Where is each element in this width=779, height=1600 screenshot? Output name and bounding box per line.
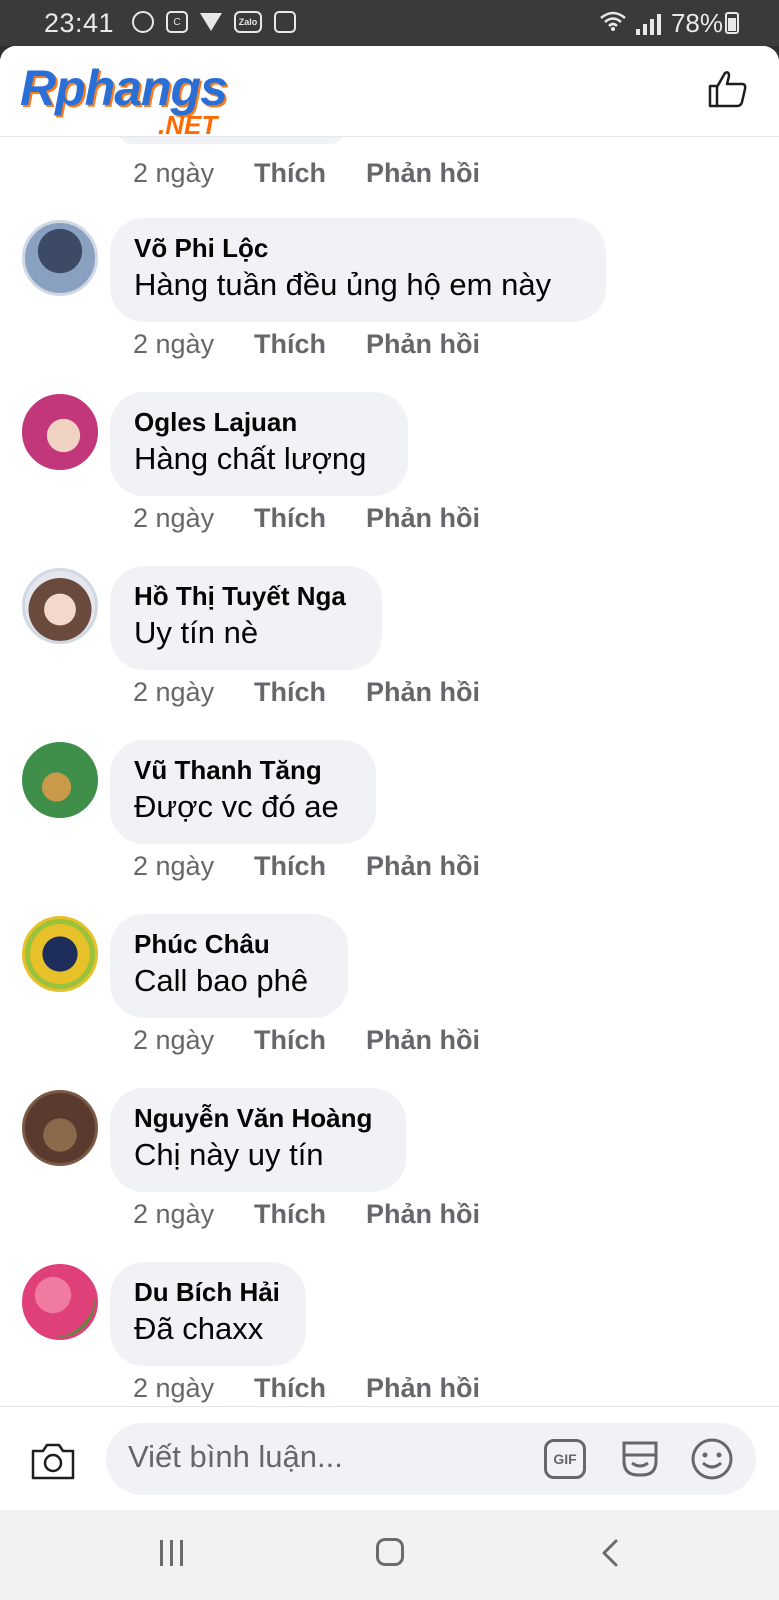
comment-item: Du Bích Hải Đã chaxx [0,1262,779,1366]
signal-icon [635,13,661,35]
comment-time: 2 ngày [133,676,215,707]
comments-list: 2 ngày Thích Phản hồi Võ Phi Lộc Hàng tu… [0,136,779,1456]
system-navigation-bar [0,1510,779,1600]
comment-item: Hồ Thị Tuyết Nga Uy tín nè [0,566,779,670]
reply-link[interactable]: Phản hồi [366,503,480,534]
recent-apps-button[interactable] [160,1540,183,1566]
status-notification-icons: C Zalo [132,11,296,33]
comment-actions: 2 ngày Thích Phản hồi [133,1023,480,1057]
comment-time: 2 ngày [133,1024,215,1055]
like-link[interactable]: Thích [254,1199,366,1230]
app-c-icon: C [166,11,188,33]
comment-time: 2 ngày [133,1372,215,1403]
comment-time: 2 ngày [133,850,215,881]
comment-text: Được vc đó ae [134,789,339,824]
comment-item: Nguyễn Văn Hoàng Chị này uy tín [0,1088,779,1192]
comment-bubble[interactable]: Phúc Châu Call bao phê [110,914,348,1018]
comment-text: Call bao phê [134,963,309,998]
commenter-name[interactable]: Du Bích Hải [134,1276,282,1308]
comment-actions: 2 ngày Thích Phản hồi [133,849,480,883]
shield-icon [132,11,154,33]
watermark-logo: Rphangs .NET [20,60,280,144]
comment-text: Hàng chất lượng [134,441,367,476]
like-link[interactable]: Thích [254,503,366,534]
comment-time: 2 ngày [133,502,215,533]
battery-percent: 78% [670,8,723,38]
avatar[interactable] [22,1090,98,1166]
gif-icon[interactable]: GIF [544,1439,586,1479]
comment-bubble[interactable]: Nguyễn Văn Hoàng Chị này uy tín [110,1088,406,1192]
sticker-icon[interactable] [618,1437,662,1481]
camera-icon[interactable] [30,1441,76,1481]
commenter-name[interactable]: Ogles Lajuan [134,406,384,438]
thumbs-up-icon[interactable] [707,68,749,110]
comment-bubble[interactable]: Võ Phi Lộc Hàng tuần đều ủng hộ em này [110,218,606,322]
reply-link[interactable]: Phản hồi [366,329,480,360]
like-link[interactable]: Thích [254,1373,366,1404]
logo-sub-text: .NET [158,110,218,140]
logo-main-text: Rphangs [20,60,228,116]
commenter-name[interactable]: Võ Phi Lộc [134,232,582,264]
reply-link[interactable]: Phản hồi [366,1373,480,1404]
comment-time: 2 ngày [133,328,215,359]
comment-item: Võ Phi Lộc Hàng tuần đều ủng hộ em này [0,218,779,322]
gallery-icon [274,11,296,33]
comment-actions: 2 ngày Thích Phản hồi [133,156,480,190]
back-button[interactable] [596,1538,626,1568]
avatar[interactable] [22,742,98,818]
status-right: 78% [600,8,723,39]
comment-bubble[interactable]: Ogles Lajuan Hàng chất lượng [110,392,408,496]
wifi-icon [600,10,626,38]
comment-input[interactable]: Viết bình luận... GIF [106,1423,756,1495]
commenter-name[interactable]: Hồ Thị Tuyết Nga [134,580,358,612]
comment-actions: 2 ngày Thích Phản hồi [133,675,480,709]
status-bar: 23:41 C Zalo 78% [0,0,779,46]
comment-composer: Viết bình luận... GIF [0,1406,779,1510]
comment-item: Phúc Châu Call bao phê [0,914,779,1018]
comment-text: Chị này uy tín [134,1137,324,1172]
sheet-header: Rphangs .NET [0,46,779,140]
commenter-name[interactable]: Phúc Châu [134,928,324,960]
comment-actions: 2 ngày Thích Phản hồi [133,1197,480,1231]
avatar[interactable] [22,394,98,470]
comment-bubble[interactable]: Hồ Thị Tuyết Nga Uy tín nè [110,566,382,670]
vpn-icon [200,13,222,31]
avatar[interactable] [22,220,98,296]
comment-item: Ogles Lajuan Hàng chất lượng [0,392,779,496]
comments-sheet: Rphangs .NET 2 ngày Thích Phản hồi Võ Ph… [0,46,779,1510]
home-button[interactable] [376,1538,404,1566]
comment-actions: 2 ngày Thích Phản hồi [133,501,480,535]
comment-text: Uy tín nè [134,615,259,650]
like-link[interactable]: Thích [254,329,366,360]
reply-link[interactable]: Phản hồi [366,677,480,708]
comment-text: Đã chaxx [134,1311,264,1346]
like-link[interactable]: Thích [254,1025,366,1056]
avatar[interactable] [22,916,98,992]
comment-actions: 2 ngày Thích Phản hồi [133,1371,480,1405]
avatar[interactable] [22,1264,98,1340]
like-link[interactable]: Thích [254,158,366,189]
comment-time: 2 ngày [133,157,215,188]
comment-time: 2 ngày [133,1198,215,1229]
comment-input-placeholder: Viết bình luận... [128,1439,343,1474]
commenter-name[interactable]: Vũ Thanh Tăng [134,754,352,786]
comment-text: Hàng tuần đều ủng hộ em này [134,267,552,302]
reply-link[interactable]: Phản hồi [366,1199,480,1230]
battery-charging-icon [725,12,739,34]
like-link[interactable]: Thích [254,677,366,708]
zalo-icon: Zalo [234,11,262,33]
emoji-icon[interactable] [690,1437,734,1481]
comment-item: Vũ Thanh Tăng Được vc đó ae [0,740,779,844]
comment-bubble[interactable]: Vũ Thanh Tăng Được vc đó ae [110,740,376,844]
comment-actions: 2 ngày Thích Phản hồi [133,327,480,361]
avatar[interactable] [22,568,98,644]
reply-link[interactable]: Phản hồi [366,851,480,882]
like-link[interactable]: Thích [254,851,366,882]
status-time: 23:41 [44,8,115,38]
reply-link[interactable]: Phản hồi [366,1025,480,1056]
comment-bubble[interactable]: Du Bích Hải Đã chaxx [110,1262,306,1366]
commenter-name[interactable]: Nguyễn Văn Hoàng [134,1102,382,1134]
reply-link[interactable]: Phản hồi [366,158,480,189]
